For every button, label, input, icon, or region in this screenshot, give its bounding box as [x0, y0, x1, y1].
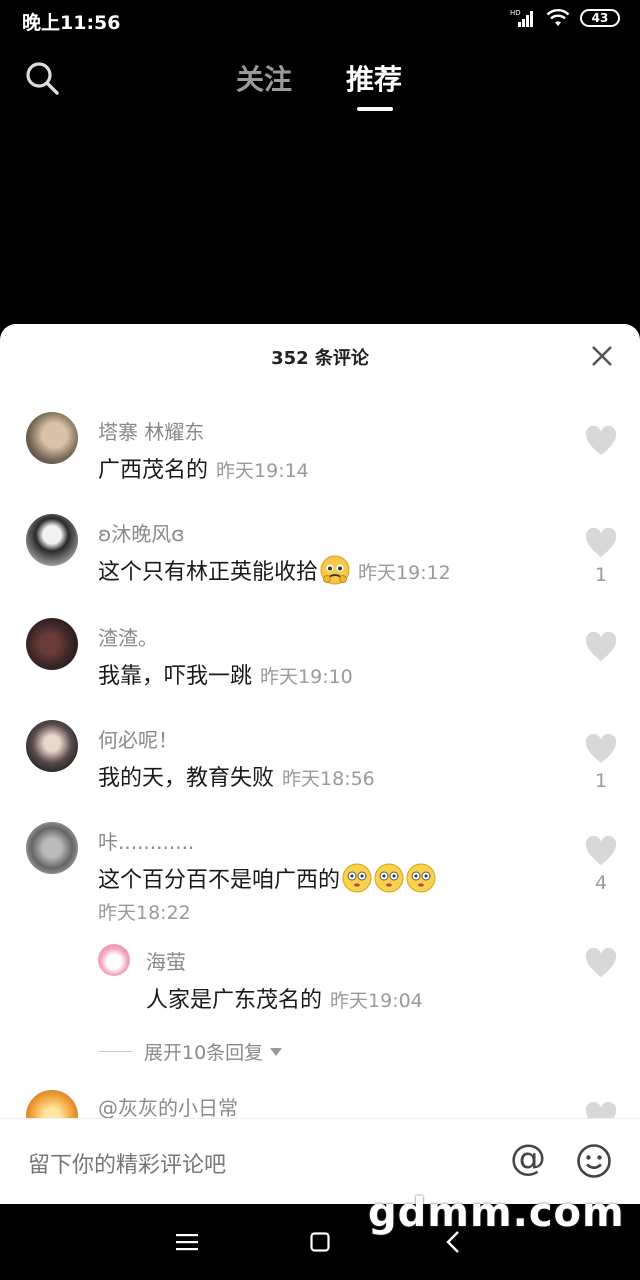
status-icons: HD 43: [510, 8, 620, 28]
comment-body: 这个只有林正英能收拾: [98, 560, 319, 585]
comments-sheet: 352 条评论 塔寨 林耀东 广西茂名的 昨天19:14 ʚ沐晚风ɞ 这个只有林正…: [0, 324, 640, 1204]
tab-recommend[interactable]: 推荐: [346, 58, 402, 98]
comment-author[interactable]: @灰灰的小日常: [98, 1092, 238, 1118]
avatar[interactable]: [26, 412, 78, 464]
emoji-picker-icon[interactable]: [576, 1143, 612, 1179]
comment-text[interactable]: 我的天，教育失败 昨天18:56: [98, 760, 375, 792]
comment-author[interactable]: 何必呢！: [98, 724, 178, 753]
flushed-emoji-icon: [406, 863, 436, 893]
menu-icon[interactable]: [176, 1232, 198, 1252]
flushed-emoji-icon: [342, 863, 372, 893]
like-button[interactable]: 1: [584, 528, 618, 586]
reply-body: 人家是广东茂名的: [146, 988, 323, 1013]
comment-item: 何必呢！ 我的天，教育失败 昨天18:56 1: [0, 720, 640, 820]
avatar[interactable]: [26, 618, 78, 670]
like-button[interactable]: 4: [584, 836, 618, 894]
heart-icon: [585, 632, 617, 661]
comment-text[interactable]: 我靠，吓我一跳 昨天19:10: [98, 658, 353, 690]
comment-list[interactable]: 塔寨 林耀东 广西茂名的 昨天19:14 ʚ沐晚风ɞ 这个只有林正英能收拾 昨天19…: [0, 412, 640, 1118]
expand-replies-label: 展开10条回复: [144, 1042, 264, 1064]
heart-icon: [585, 528, 617, 557]
comment-author[interactable]: 渣渣。: [98, 622, 158, 651]
like-button[interactable]: 1: [584, 734, 618, 792]
status-bar: 晚上11:56 HD 43: [0, 0, 640, 40]
pleading-emoji-icon: [320, 555, 350, 585]
mention-icon[interactable]: @: [510, 1141, 546, 1177]
comment-text[interactable]: 这个百分百不是咱广西的: [98, 862, 436, 894]
reply-author[interactable]: 海萤: [146, 946, 186, 975]
comment-text[interactable]: 这个只有林正英能收拾 昨天19:12: [98, 554, 451, 586]
comment-item: 咔............ 这个百分百不是咱广西的 昨天18:22 4 海萤 人…: [0, 822, 640, 1082]
like-count: 1: [594, 564, 608, 586]
heart-icon: [585, 836, 617, 865]
comment-item: 渣渣。 我靠，吓我一跳 昨天19:10: [0, 618, 640, 718]
reply-avatar[interactable]: [98, 944, 130, 976]
comment-text[interactable]: 广西茂名的 昨天19:14: [98, 452, 309, 484]
avatar[interactable]: [26, 720, 78, 772]
caret-down-icon: [270, 1047, 283, 1056]
status-time: 晚上11:56: [22, 12, 121, 34]
comment-author[interactable]: 塔寨 林耀东: [98, 416, 204, 445]
comment-time: 昨天19:14: [216, 460, 309, 482]
avatar[interactable]: [26, 1090, 78, 1118]
avatar[interactable]: [26, 822, 78, 874]
battery-indicator: 43: [580, 9, 620, 27]
tab-follow[interactable]: 关注: [236, 58, 292, 98]
comment-time: 昨天19:10: [260, 666, 353, 688]
like-count: 4: [594, 872, 608, 894]
comment-author[interactable]: ʚ沐晚风ɞ: [98, 518, 185, 547]
reply-like-button[interactable]: [584, 948, 618, 978]
comment-item: @灰灰的小日常: [0, 1090, 640, 1118]
comment-body: 我靠，吓我一跳: [98, 664, 253, 689]
comment-time: 昨天19:12: [358, 562, 451, 584]
like-button[interactable]: [584, 1102, 618, 1118]
avatar[interactable]: [26, 514, 78, 566]
active-tab-indicator: [357, 107, 393, 111]
flushed-emoji-icon: [374, 863, 404, 893]
reply-text[interactable]: 人家是广东茂名的 昨天19:04: [146, 982, 423, 1014]
heart-icon: [585, 734, 617, 763]
home-icon[interactable]: [310, 1232, 330, 1252]
divider: [98, 1051, 132, 1052]
heart-icon: [585, 1102, 617, 1118]
search-icon[interactable]: [24, 60, 60, 96]
like-button[interactable]: [584, 632, 618, 668]
comments-count-title: 352 条评论: [271, 348, 369, 369]
watermark: gdmm.com: [368, 1190, 625, 1236]
like-button[interactable]: [584, 426, 618, 462]
comment-body: 广西茂名的: [98, 458, 209, 483]
reply-time: 昨天19:04: [330, 990, 423, 1012]
expand-replies-button[interactable]: 展开10条回复: [98, 1038, 283, 1065]
comment-body: 我的天，教育失败: [98, 766, 275, 791]
signal-icon: HD: [510, 9, 533, 27]
heart-icon: [585, 948, 617, 977]
comment-item: 塔寨 林耀东 广西茂名的 昨天19:14: [0, 412, 640, 512]
top-navigation: 关注 推荐: [0, 50, 640, 120]
comment-author[interactable]: 咔............: [98, 826, 194, 855]
comment-time: 昨天18:56: [282, 768, 375, 790]
comment-input[interactable]: 留下你的精彩评论吧: [28, 1147, 226, 1179]
like-count: 1: [594, 770, 608, 792]
close-icon[interactable]: [590, 344, 614, 368]
network-label: HD: [510, 9, 521, 17]
comment-time: 昨天18:22: [98, 902, 191, 924]
comment-body: 这个百分百不是咱广西的: [98, 868, 341, 893]
comment-item: ʚ沐晚风ɞ 这个只有林正英能收拾 昨天19:12 1: [0, 514, 640, 614]
heart-icon: [585, 426, 617, 455]
wifi-icon: [546, 9, 570, 26]
